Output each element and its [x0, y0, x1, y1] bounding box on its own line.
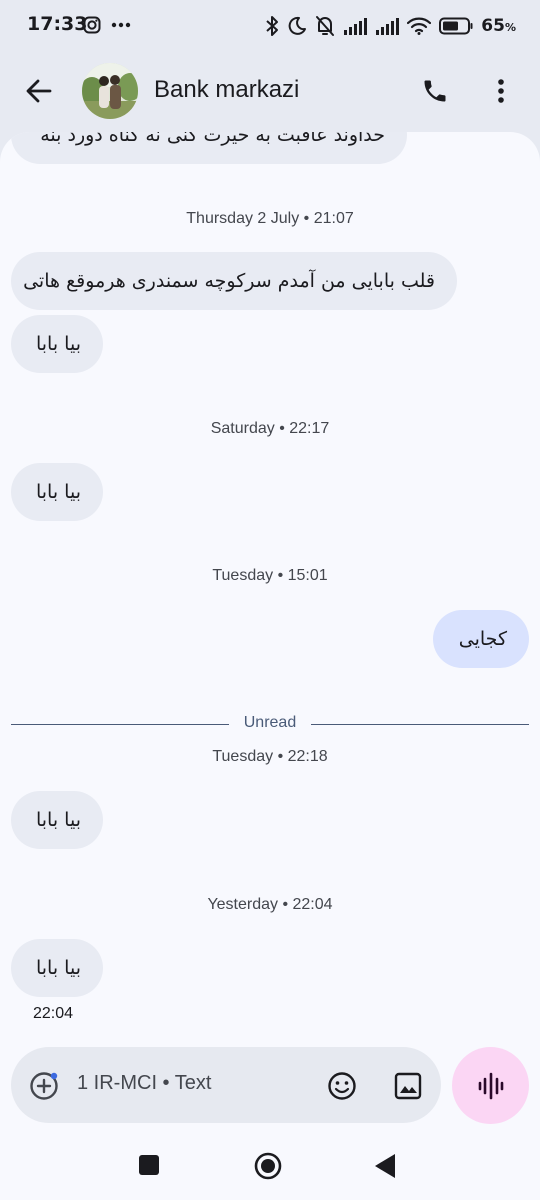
- notifications-muted-icon: [316, 16, 335, 36]
- wifi-icon: [407, 17, 432, 35]
- incoming-message[interactable]: بیا بابا: [11, 791, 103, 849]
- incoming-message[interactable]: قلب بابایی من آمدم سرکوچه سمندری هرموقع …: [11, 252, 457, 310]
- instagram-icon: [83, 16, 101, 34]
- do-not-disturb-icon: [288, 16, 307, 35]
- contact-photo-icon: [82, 63, 138, 119]
- incoming-message[interactable]: بیا بابا: [11, 315, 103, 373]
- battery-percentage-value: 65: [481, 16, 505, 36]
- recents-icon[interactable]: [139, 1155, 159, 1175]
- back-button[interactable]: [22, 74, 56, 108]
- home-icon[interactable]: [254, 1152, 282, 1180]
- back-arrow-icon: [26, 79, 52, 103]
- status-left-icons: [83, 14, 131, 36]
- battery-icon: [439, 17, 473, 35]
- voice-message-button[interactable]: [452, 1047, 529, 1124]
- date-separator: Tuesday • 15:01: [212, 567, 328, 584]
- phone-icon: [424, 80, 446, 102]
- more-vert-icon: [498, 79, 504, 103]
- more-options-button[interactable]: [486, 74, 516, 108]
- compose-field[interactable]: 1 IR-MCI • Text: [11, 1047, 441, 1123]
- navigation-bar: [0, 1140, 540, 1200]
- bluetooth-icon: [266, 16, 279, 36]
- status-right-icons: 65%: [265, 13, 516, 39]
- back-icon[interactable]: [374, 1153, 396, 1179]
- signal-1-icon: [344, 18, 368, 35]
- unread-label-text: Unread: [239, 714, 301, 731]
- unread-label: Unread: [11, 714, 529, 732]
- more-notifications-icon: [111, 22, 131, 28]
- incoming-message[interactable]: خداوند عاقبت به خیرت کنی نه گناه دورد بن…: [11, 132, 407, 164]
- status-time: 17:33: [27, 13, 88, 35]
- conversation-panel[interactable]: خداوند عاقبت به خیرت کنی نه گناه دورد بن…: [0, 132, 540, 1200]
- signal-2-icon: [376, 18, 400, 35]
- date-separator: Thursday 2 July • 21:07: [186, 210, 354, 227]
- unread-divider: Unread: [11, 714, 529, 734]
- emoji-icon[interactable]: [327, 1071, 357, 1101]
- battery-percentage-unit: %: [504, 21, 516, 34]
- date-separator: Saturday • 22:17: [210, 420, 330, 437]
- battery-percentage: 65%: [481, 16, 516, 36]
- avatar[interactable]: [82, 63, 138, 119]
- status-bar: 17:33 65%: [0, 0, 540, 52]
- incoming-message[interactable]: بیا بابا: [11, 463, 103, 521]
- voice-message-icon: [478, 1072, 503, 1099]
- app-bar: Bank markazi: [0, 52, 540, 132]
- contact-name[interactable]: Bank markazi: [154, 76, 299, 104]
- gallery-icon[interactable]: [393, 1071, 423, 1101]
- call-button[interactable]: [418, 74, 452, 108]
- date-separator: Yesterday • 22:04: [207, 896, 333, 913]
- compose-placeholder[interactable]: 1 IR-MCI • Text: [77, 1072, 211, 1095]
- incoming-message[interactable]: بیا بابا: [11, 939, 103, 997]
- date-separator: Tuesday • 22:18: [212, 748, 328, 765]
- add-attachment-icon[interactable]: [27, 1069, 61, 1103]
- outgoing-message[interactable]: کجایی: [433, 610, 529, 668]
- message-time: 22:04: [33, 1005, 74, 1022]
